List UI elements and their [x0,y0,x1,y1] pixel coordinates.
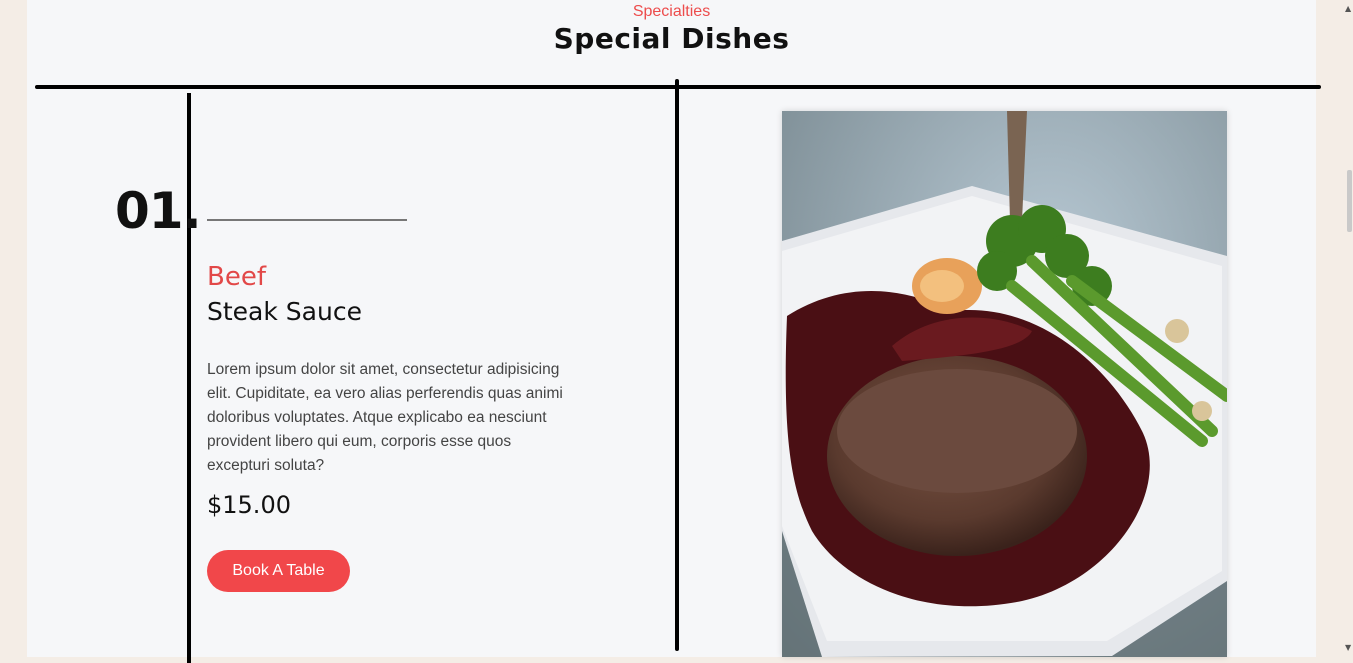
scroll-up-icon[interactable]: ▲ [1345,4,1351,13]
dish-rule [207,219,407,221]
scroll-thumb[interactable] [1347,170,1352,232]
dish-name: Steak Sauce [207,297,362,326]
dish-number: 01. [115,182,202,240]
vertical-divider-center [675,79,679,651]
specials-section: Specialties Special Dishes 01. Beef Stea… [27,0,1321,663]
section-title: Special Dishes [553,22,790,55]
dish-category: Beef [207,262,266,292]
scroll-down-icon[interactable]: ▼ [1345,643,1351,652]
dish-price: $15.00 [207,491,291,519]
steak-photo [782,111,1227,657]
section-subtitle: Specialties [632,3,711,20]
vertical-divider-left [187,93,191,663]
dish-description: Lorem ipsum dolor sit amet, consectetur … [207,361,563,474]
page-scrollbar[interactable]: ▲ ▼ [1345,0,1353,657]
book-table-button[interactable]: Book A Table [207,550,350,592]
